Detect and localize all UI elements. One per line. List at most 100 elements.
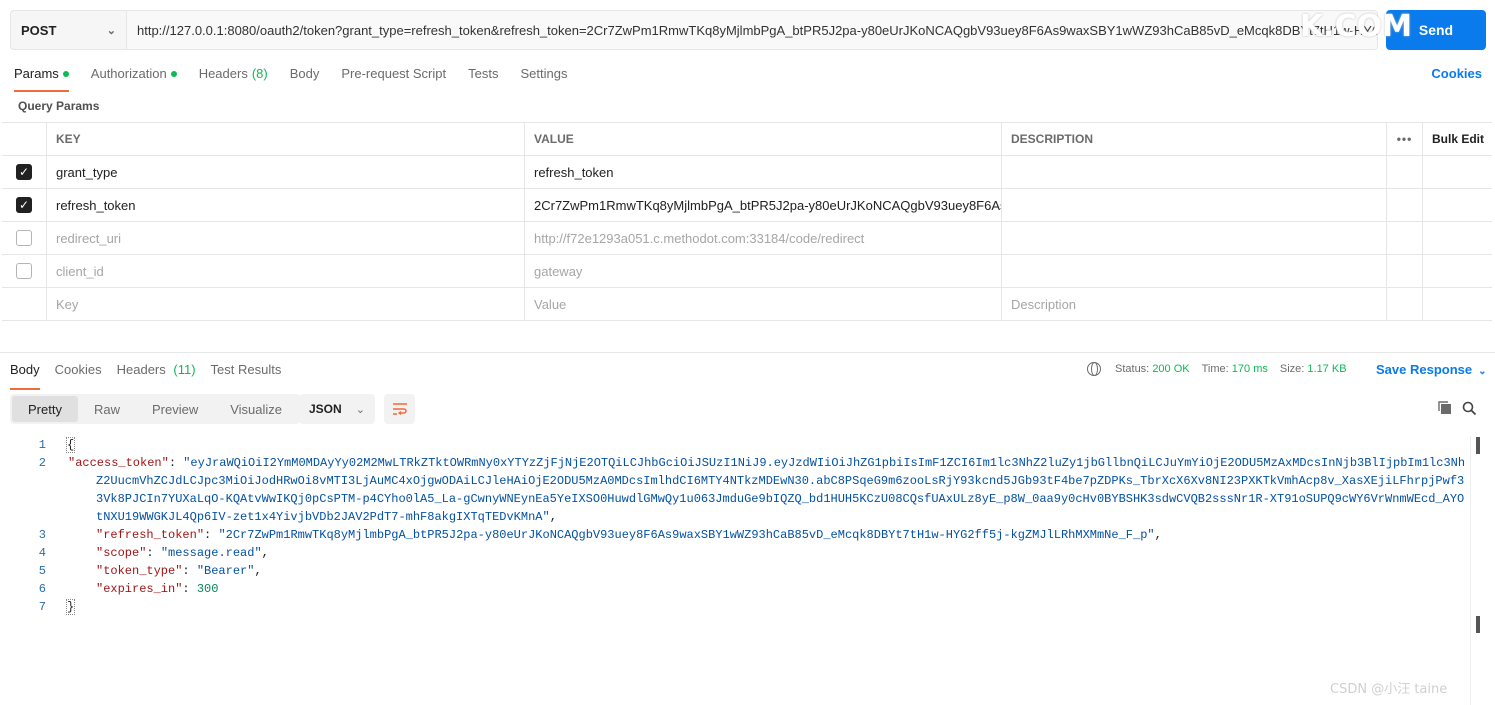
description-cell[interactable]	[1002, 156, 1387, 188]
row-spacer	[1423, 222, 1492, 254]
watermark-bottom: CSDN @小汪 taine	[1330, 682, 1448, 697]
code-text: "expires_in": 300	[96, 582, 219, 596]
value-cell[interactable]: refresh_token	[525, 156, 1002, 188]
copy-icon[interactable]	[1438, 401, 1452, 415]
save-response-button[interactable]: Save Response ⌄	[1376, 362, 1487, 377]
json-key: "access_token"	[68, 456, 169, 470]
tab-count: (8)	[251, 66, 268, 81]
row-checkbox[interactable]: ✓	[16, 197, 32, 213]
header-description: DESCRIPTION	[1002, 123, 1387, 155]
code-line: 6 "expires_in": 300	[0, 580, 1470, 598]
code-text: "token_type": "Bearer",	[96, 564, 262, 578]
new-value-input[interactable]: Value	[525, 288, 1002, 320]
new-key-input[interactable]: Key	[47, 288, 525, 320]
response-tabs: Body Cookies Headers (11) Test Results	[10, 362, 296, 390]
value-cell[interactable]: gateway	[525, 255, 1002, 287]
chevron-down-icon: ⌄	[106, 24, 116, 37]
tab-headers[interactable]: Headers (8)	[199, 66, 268, 90]
line-number: 5	[38, 564, 46, 578]
tab-count: (11)	[173, 362, 196, 377]
tab-test-results[interactable]: Test Results	[211, 362, 282, 384]
section-divider	[0, 352, 1495, 353]
row-checkbox[interactable]	[16, 263, 32, 279]
tab-response-headers[interactable]: Headers (11)	[117, 362, 196, 384]
code-text: "access_token": "eyJraWQiOiI2YmM0MDAyYy0…	[68, 456, 1466, 524]
format-select[interactable]: JSON ⌄	[299, 394, 375, 424]
tab-response-body[interactable]: Body	[10, 362, 40, 390]
key-cell[interactable]: client_id	[47, 255, 525, 287]
table-row: redirect_uri http://f72e1293a051.c.metho…	[2, 222, 1492, 255]
code-line: 2 "access_token": "eyJraWQiOiI2YmM0MDAyY…	[0, 454, 1470, 526]
close-brace: }	[66, 599, 76, 615]
key-cell[interactable]: refresh_token	[47, 189, 525, 221]
description-cell[interactable]	[1002, 222, 1387, 254]
chevron-down-icon: ⌄	[355, 403, 365, 416]
line-number: 6	[38, 582, 46, 596]
tab-pre-request-script[interactable]: Pre-request Script	[341, 66, 446, 90]
url-input[interactable]: http://127.0.0.1:8080/oauth2/token?grant…	[127, 11, 1377, 49]
response-meta: Status: 200 OK Time: 170 ms Size: 1.17 K…	[1087, 362, 1359, 376]
view-pretty-button[interactable]: Pretty	[12, 396, 78, 422]
scrollbar-marker[interactable]	[1476, 437, 1480, 454]
globe-icon[interactable]	[1087, 362, 1101, 376]
tab-response-cookies[interactable]: Cookies	[55, 362, 102, 384]
status-info: Status: 200 OK	[1115, 363, 1190, 375]
view-visualize-button[interactable]: Visualize	[214, 396, 298, 422]
header-check-cell	[2, 123, 47, 155]
code-line: 3 "refresh_token": "2Cr7ZwPm1RmwTKq8yMjl…	[0, 526, 1470, 544]
query-params-title: Query Params	[18, 99, 100, 113]
tab-body[interactable]: Body	[290, 66, 320, 90]
search-icon[interactable]	[1462, 401, 1477, 416]
view-raw-button[interactable]: Raw	[78, 396, 136, 422]
cookies-link[interactable]: Cookies	[1431, 66, 1482, 81]
tab-label: Settings	[520, 66, 568, 81]
scrollbar-marker[interactable]	[1476, 616, 1480, 633]
row-spacer	[1387, 255, 1423, 287]
new-description-input[interactable]: Description	[1002, 288, 1387, 320]
more-options-button[interactable]: •••	[1387, 123, 1423, 155]
value-cell[interactable]: http://f72e1293a051.c.methodot.com:33184…	[525, 222, 1002, 254]
line-number: 7	[38, 600, 46, 614]
status-value: 200 OK	[1152, 363, 1190, 375]
description-cell[interactable]	[1002, 255, 1387, 287]
tab-label: Pre-request Script	[341, 66, 447, 81]
wrap-lines-icon	[392, 403, 407, 416]
request-tabs: Params Authorization Headers (8) Body Pre…	[14, 66, 589, 92]
row-checkbox[interactable]: ✓	[16, 164, 32, 180]
bulk-edit-button[interactable]: Bulk Edit	[1423, 123, 1492, 155]
format-label: JSON	[309, 402, 342, 416]
tab-label: Headers	[116, 362, 166, 377]
row-spacer	[1387, 288, 1423, 320]
check-cell: ✓	[2, 156, 47, 188]
check-cell	[2, 222, 47, 254]
open-brace: {	[66, 437, 76, 453]
tab-tests[interactable]: Tests	[468, 66, 498, 90]
code-scrollbar-track	[1470, 436, 1471, 705]
tab-label: Body	[289, 66, 320, 81]
wrap-lines-button[interactable]	[384, 394, 415, 424]
check-cell: ✓	[2, 189, 47, 221]
tab-params[interactable]: Params	[14, 66, 69, 92]
json-key: "scope"	[96, 546, 147, 560]
json-key: "expires_in"	[96, 582, 183, 596]
json-string: "message.read"	[160, 546, 262, 560]
view-preview-button[interactable]: Preview	[136, 396, 214, 422]
description-cell[interactable]	[1002, 189, 1387, 221]
row-checkbox[interactable]	[16, 230, 32, 246]
code-line: 1 {	[0, 436, 1470, 454]
row-spacer	[1423, 189, 1492, 221]
params-table: KEY VALUE DESCRIPTION ••• Bulk Edit ✓ gr…	[2, 122, 1492, 321]
tab-authorization[interactable]: Authorization	[91, 66, 177, 90]
tab-settings[interactable]: Settings	[520, 66, 567, 90]
code-text: {	[46, 436, 76, 454]
line-number: 3	[38, 528, 46, 542]
code-text: "scope": "message.read",	[96, 546, 269, 560]
key-cell[interactable]: redirect_uri	[47, 222, 525, 254]
json-string: "Bearer"	[196, 564, 255, 578]
check-cell	[2, 255, 47, 287]
request-url-bar: POST ⌄ http://127.0.0.1:8080/oauth2/toke…	[10, 10, 1378, 50]
row-spacer	[1387, 156, 1423, 188]
key-cell[interactable]: grant_type	[47, 156, 525, 188]
method-select[interactable]: POST ⌄	[11, 11, 127, 49]
value-cell[interactable]: 2Cr7ZwPm1RmwTKq8yMjlmbPgA_btPR5J2pa-y80e…	[525, 189, 1002, 221]
